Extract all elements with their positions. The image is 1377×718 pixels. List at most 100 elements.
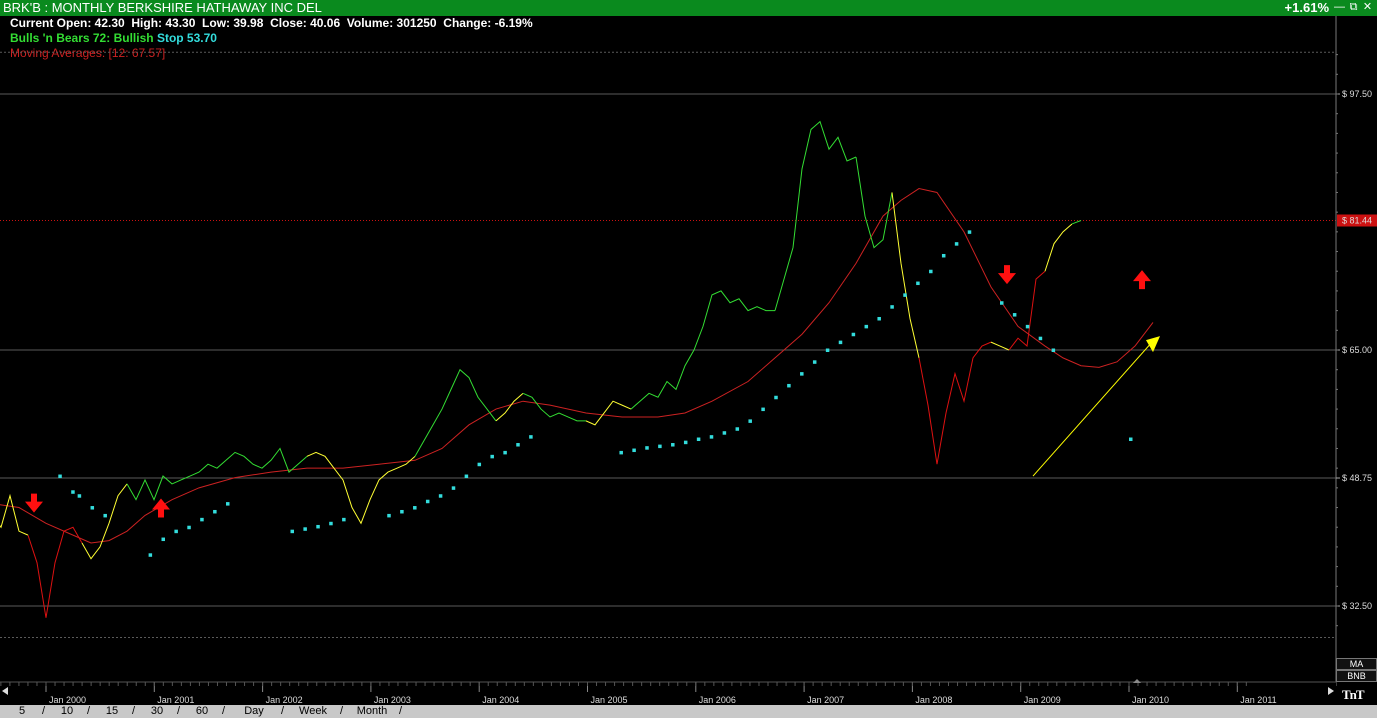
window-title: BRK'B : MONTHLY BERKSHIRE HATHAWAY INC D…: [3, 0, 322, 15]
time-tick-label: Jan 2011: [1240, 695, 1276, 705]
trendline-group: [1032, 336, 1160, 477]
price-line-bearish: [27, 526, 83, 618]
stop-dot: [342, 517, 346, 522]
stop-dot: [477, 462, 482, 467]
stop-dot: [800, 372, 804, 376]
stop-dot: [90, 506, 95, 510]
restore-icon[interactable]: ⧉: [1348, 2, 1359, 13]
stop-dot: [226, 502, 230, 506]
price-line-neutral: [585, 400, 632, 426]
price-line-neutral: [1044, 223, 1073, 272]
price-line-bullish: [855, 156, 893, 249]
time-tick-label: Jan 2007: [807, 695, 844, 705]
stop-dot: [1129, 437, 1133, 442]
stop-dot: [761, 407, 765, 412]
time-tick-label: Jan 2002: [266, 695, 303, 705]
close-icon[interactable]: ✕: [1362, 2, 1373, 13]
timeframe-separator: /: [222, 705, 226, 717]
stop-dot: [812, 360, 817, 364]
time-tick-label: Jan 2009: [1024, 695, 1061, 705]
price-line-bullish: [1071, 220, 1082, 225]
price-series: [0, 120, 1082, 618]
tnt-logo: TnT: [1342, 687, 1365, 702]
stop-dot: [516, 443, 520, 447]
stop-dot: [290, 529, 294, 534]
stop-dot: [413, 506, 417, 510]
price-line-bearish: [918, 341, 992, 465]
price-line-bullish: [522, 392, 586, 422]
stop-dot: [941, 253, 946, 258]
timeframe-10[interactable]: 10: [55, 705, 79, 718]
stop-dot: [632, 448, 636, 453]
stop-dot: [174, 529, 178, 534]
price-axis: $ 97.50 $ 65.00 $ 48.75 $ 32.50 $ 81.44: [1335, 16, 1377, 686]
price-chart[interactable]: $ 97.50 $ 65.00 $ 48.75 $ 32.50 $ 81.44 Jan …: [0, 16, 1377, 705]
price-tick-label: $ 32.50: [1342, 601, 1372, 611]
timeframe-week[interactable]: Week: [294, 705, 332, 718]
price-tick-label: $ 97.50: [1342, 89, 1372, 99]
stop-dot: [877, 316, 881, 321]
stop-dot: [851, 332, 856, 337]
timeframe-separator: /: [177, 705, 181, 717]
stop-dot: [400, 509, 404, 514]
timeframe-bar: 5 / 10 / 15 / 30 / 60 / Day / Week / Month /: [0, 705, 1377, 718]
change-percent: +1.61%: [1284, 0, 1329, 15]
stop-dot: [903, 293, 907, 297]
timeframe-5[interactable]: 5: [10, 705, 34, 718]
stop-dot: [671, 443, 675, 447]
stop-dot: [709, 435, 714, 439]
stop-dot: [864, 324, 869, 329]
stop-dot: [1038, 336, 1043, 341]
price-line-neutral: [990, 341, 1010, 351]
time-tick-label: Jan 2005: [591, 695, 628, 705]
stop-dot: [967, 230, 972, 234]
stop-dot: [1025, 324, 1030, 329]
stop-dot: [490, 454, 494, 459]
stop-dot: [1051, 348, 1056, 352]
price-line-bullish: [414, 368, 497, 457]
stop-dot: [825, 348, 830, 352]
timeframe-15[interactable]: 15: [100, 705, 124, 718]
window-title-bar: BRK'B : MONTHLY BERKSHIRE HATHAWAY INC D…: [0, 0, 1377, 16]
stop-dot: [464, 474, 469, 479]
timeframe-30[interactable]: 30: [145, 705, 169, 718]
timeframe-separator: /: [340, 705, 344, 717]
price-line-bullish: [225, 447, 308, 473]
bnb-toggle-button[interactable]: BNB: [1336, 670, 1377, 682]
moving-average-series: [0, 187, 1154, 544]
stop-dot: [77, 494, 82, 498]
stop-dot: [1000, 301, 1004, 305]
trendline: [1032, 341, 1153, 477]
moving-average-line: [0, 187, 1154, 544]
stop-dot: [529, 435, 533, 439]
scroll-marker-icon: [1133, 679, 1141, 683]
stop-dot: [316, 524, 320, 529]
stop-dots-series: [58, 230, 1133, 557]
stop-dot: [213, 509, 217, 514]
sell-arrow-icon: [25, 493, 43, 513]
ma-toggle-button[interactable]: MA: [1336, 658, 1377, 670]
stop-dot: [71, 490, 75, 494]
stop-dot: [722, 431, 727, 435]
stop-dot: [916, 281, 920, 286]
timeframe-separator: /: [132, 705, 136, 717]
stop-dot: [58, 474, 62, 479]
stop-dot: [387, 513, 391, 518]
time-tick-label: Jan 2003: [374, 695, 411, 705]
price-line-neutral: [306, 451, 416, 525]
stop-dot: [187, 525, 191, 530]
minimize-icon[interactable]: —: [1334, 2, 1345, 13]
timeframe-separator: /: [87, 705, 91, 717]
stop-dot: [645, 446, 649, 450]
price-line-neutral: [0, 493, 29, 536]
time-axis: Jan 2000 Jan 2001 Jan 2002 Jan 2003 Jan 2004…: [0, 679, 1336, 705]
stop-dot: [303, 527, 307, 531]
price-line-neutral: [891, 192, 920, 358]
timeframe-60[interactable]: 60: [190, 705, 214, 718]
stop-dot: [103, 513, 107, 518]
stop-dot: [503, 450, 507, 455]
timeframe-month[interactable]: Month: [353, 705, 391, 718]
stop-dot: [438, 494, 443, 498]
stop-dot: [161, 537, 165, 542]
timeframe-day[interactable]: Day: [235, 705, 273, 718]
